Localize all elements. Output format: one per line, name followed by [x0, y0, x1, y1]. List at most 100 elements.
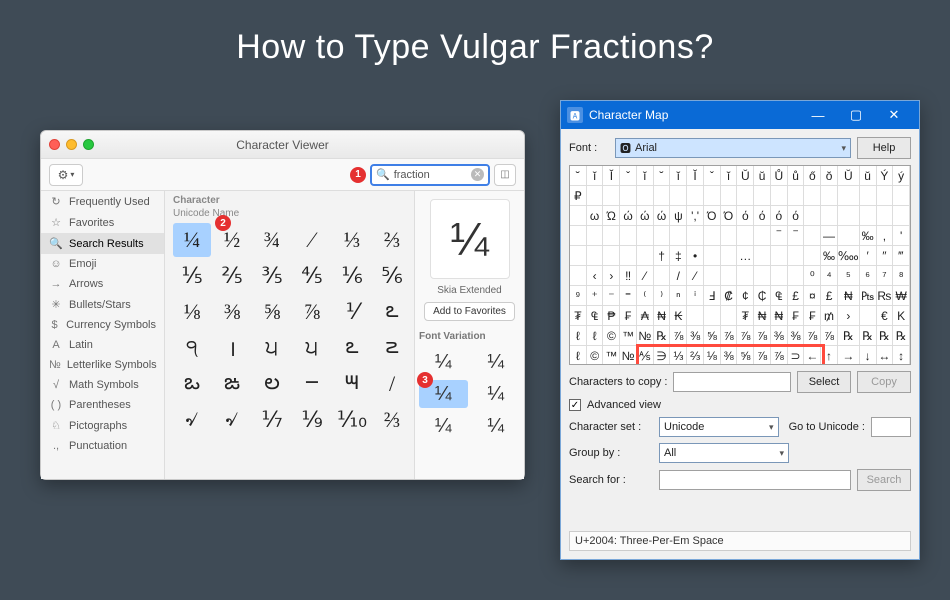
- win-character-cell[interactable]: Ό: [704, 206, 721, 226]
- win-character-cell[interactable]: ő: [804, 166, 821, 186]
- win-character-cell[interactable]: ό: [737, 206, 754, 226]
- win-character-cell[interactable]: K: [893, 306, 910, 326]
- win-character-cell[interactable]: ₮: [570, 306, 587, 326]
- help-button[interactable]: Help: [857, 137, 911, 159]
- character-cell[interactable]: ¾: [253, 223, 291, 257]
- win-character-cell[interactable]: ⅝: [737, 346, 754, 365]
- character-cell[interactable]: [373, 439, 411, 473]
- character-cell[interactable]: ల: [253, 367, 291, 401]
- win-character-cell[interactable]: ⅜: [687, 326, 704, 346]
- win-character-cell[interactable]: ⅞: [771, 346, 788, 365]
- toggle-panel-button[interactable]: ◫: [494, 164, 516, 186]
- character-cell[interactable]: ⅓: [333, 223, 371, 257]
- win-character-cell[interactable]: ₨: [877, 286, 894, 306]
- win-character-cell[interactable]: ↓: [860, 346, 877, 365]
- win-character-cell[interactable]: [587, 246, 604, 266]
- win-character-cell[interactable]: ⁼: [620, 286, 637, 306]
- win-character-cell[interactable]: ‾: [771, 226, 788, 246]
- win-character-cell[interactable]: ©: [587, 346, 604, 365]
- character-cell[interactable]: ఽ: [373, 295, 411, 329]
- win-character-cell[interactable]: ⅞: [721, 326, 738, 346]
- win-character-cell[interactable]: ⁺: [587, 286, 604, 306]
- win-character-cell[interactable]: [754, 266, 771, 286]
- win-character-cell[interactable]: [637, 186, 654, 206]
- select-button[interactable]: Select: [797, 371, 851, 393]
- win-character-cell[interactable]: Ό: [721, 206, 738, 226]
- win-character-cell[interactable]: ←: [804, 346, 821, 365]
- win-character-cell[interactable]: [654, 186, 671, 206]
- sidebar-item-bullets-stars[interactable]: ✳Bullets/Stars: [41, 294, 164, 315]
- sidebar-item-frequently-used[interactable]: ↻Frequently Used: [41, 191, 164, 212]
- win-character-cell[interactable]: ĭ: [721, 166, 738, 186]
- character-cell[interactable]: ⅒: [333, 403, 371, 437]
- sidebar-item-favorites[interactable]: ☆Favorites: [41, 212, 164, 233]
- minimize-icon[interactable]: [66, 139, 77, 150]
- group-by-select[interactable]: All ▾: [659, 443, 789, 463]
- character-cell[interactable]: ⅕: [173, 259, 211, 293]
- win-character-cell[interactable]: ₡: [721, 286, 738, 306]
- win-character-cell[interactable]: [670, 226, 687, 246]
- win-character-cell[interactable]: [670, 186, 687, 206]
- win-character-cell[interactable]: Ý: [877, 166, 894, 186]
- win-character-cell[interactable]: ό: [771, 206, 788, 226]
- character-set-select[interactable]: Unicode ▾: [659, 417, 779, 437]
- sidebar-item-parentheses[interactable]: ( )Parentheses: [41, 395, 164, 415]
- win-character-cell[interactable]: ⅜: [771, 326, 788, 346]
- font-variation-cell[interactable]: ¼: [472, 380, 521, 408]
- win-character-cell[interactable]: [877, 186, 894, 206]
- character-cell[interactable]: [173, 439, 211, 473]
- win-character-cell[interactable]: ',': [687, 206, 704, 226]
- win-character-cell[interactable]: [754, 246, 771, 266]
- win-character-cell[interactable]: ™: [620, 326, 637, 346]
- sidebar-item-letterlike-symbols[interactable]: №Letterlike Symbols: [41, 355, 164, 375]
- win-character-cell[interactable]: ω: [587, 206, 604, 226]
- win-character-cell[interactable]: [620, 226, 637, 246]
- win-character-cell[interactable]: ˘: [570, 166, 587, 186]
- win-character-cell[interactable]: ˇ: [704, 166, 721, 186]
- sidebar-item-arrows[interactable]: →Arrows: [41, 274, 164, 294]
- win-character-cell[interactable]: ό: [788, 206, 805, 226]
- character-cell[interactable]: [333, 439, 371, 473]
- win-character-cell[interactable]: ›: [838, 306, 860, 326]
- search-for-input[interactable]: [659, 470, 851, 490]
- win-character-cell[interactable]: [771, 186, 788, 206]
- maximize-button[interactable]: ▢: [837, 101, 875, 129]
- win-character-cell[interactable]: ‹: [587, 266, 604, 286]
- win-character-cell[interactable]: [821, 186, 838, 206]
- win-character-cell[interactable]: ŏ: [821, 166, 838, 186]
- win-character-cell[interactable]: [687, 306, 704, 326]
- sidebar-item-pictographs[interactable]: ♘Pictographs: [41, 415, 164, 436]
- win-character-cell[interactable]: ″: [877, 246, 894, 266]
- win-character-cell[interactable]: [804, 206, 821, 226]
- win-character-cell[interactable]: ⁵: [838, 266, 860, 286]
- win-character-cell[interactable]: [704, 186, 721, 206]
- character-cell[interactable]: ⅞: [293, 295, 331, 329]
- sidebar-item-latin[interactable]: ALatin: [41, 335, 164, 355]
- win-character-cell[interactable]: [637, 246, 654, 266]
- win-character-cell[interactable]: [603, 246, 620, 266]
- win-character-cell[interactable]: ,: [877, 226, 894, 246]
- win-character-cell[interactable]: [838, 226, 860, 246]
- win-character-cell[interactable]: ό: [754, 206, 771, 226]
- win-character-cell[interactable]: [570, 226, 587, 246]
- win-character-cell[interactable]: ℞: [893, 326, 910, 346]
- win-character-cell[interactable]: ': [893, 226, 910, 246]
- sidebar-item-punctuation[interactable]: .,Punctuation: [41, 436, 164, 456]
- characters-to-copy-input[interactable]: [673, 372, 791, 392]
- win-character-cell[interactable]: [587, 226, 604, 246]
- search-button[interactable]: Search: [857, 469, 911, 491]
- character-cell[interactable]: ⅚: [373, 259, 411, 293]
- win-character-cell[interactable]: …: [737, 246, 754, 266]
- win-character-cell[interactable]: [704, 226, 721, 246]
- win-character-cell[interactable]: ⁷: [877, 266, 894, 286]
- font-variation-cell[interactable]: ¼3: [419, 380, 468, 408]
- win-character-cell[interactable]: [620, 186, 637, 206]
- character-cell[interactable]: ⅛: [173, 295, 211, 329]
- win-character-cell[interactable]: ˇ: [620, 166, 637, 186]
- win-character-cell[interactable]: [838, 206, 860, 226]
- win-character-cell[interactable]: [860, 186, 877, 206]
- win-character-cell[interactable]: ₩: [893, 286, 910, 306]
- win-character-cell[interactable]: ℓ: [570, 326, 587, 346]
- win-character-cell[interactable]: ₠: [771, 286, 788, 306]
- win-character-cell[interactable]: ψ: [670, 206, 687, 226]
